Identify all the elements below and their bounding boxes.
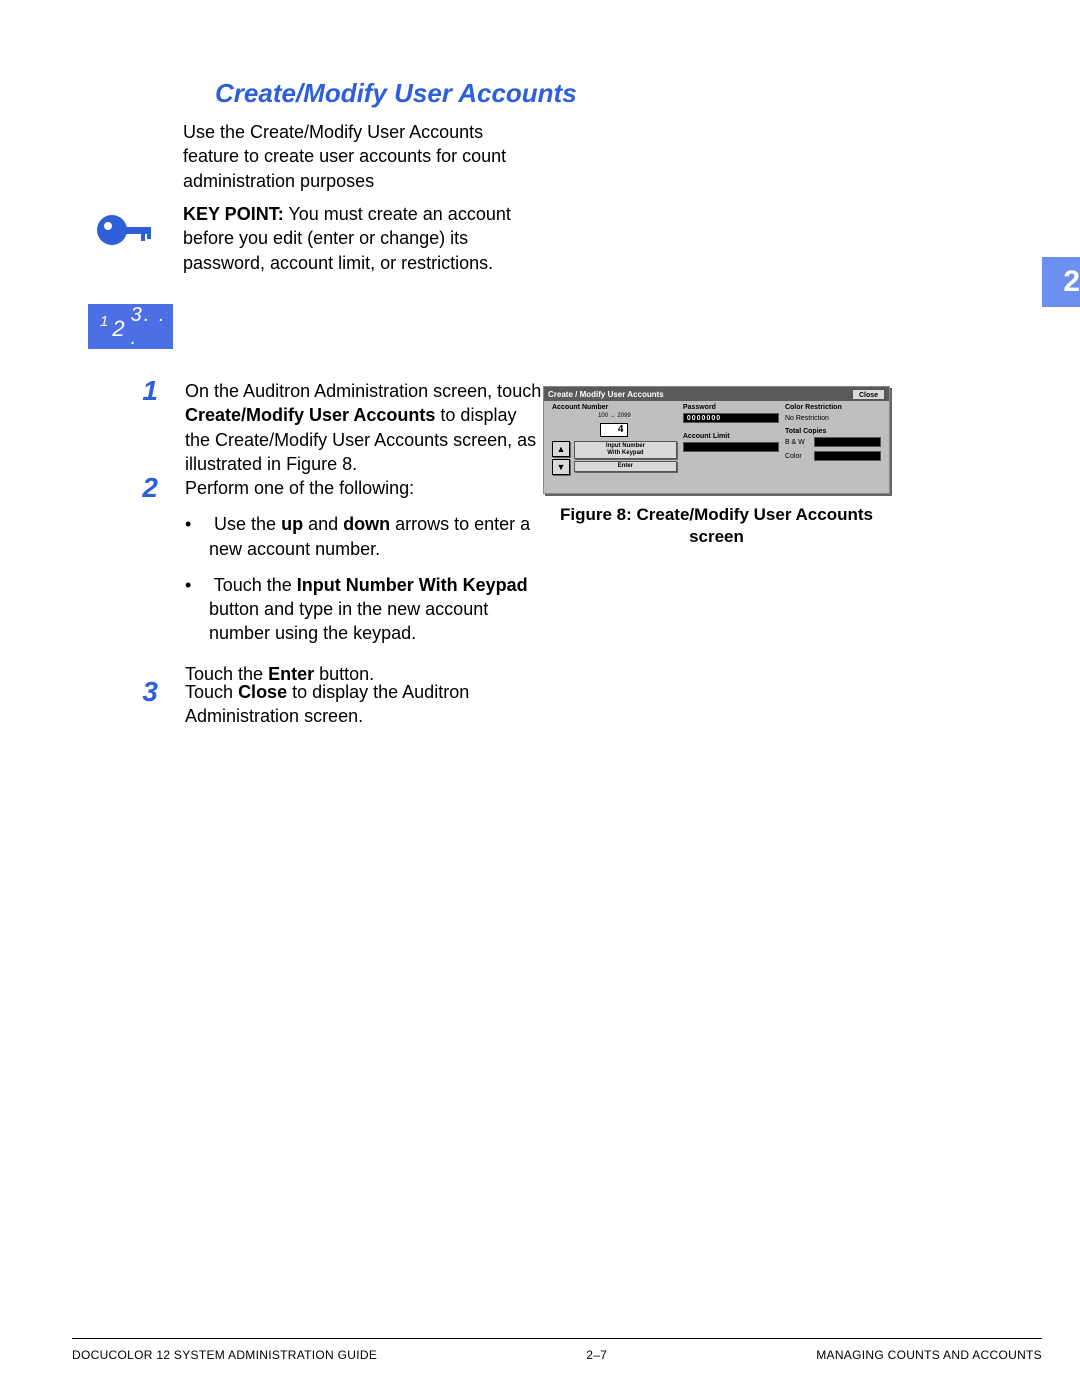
footer-page-number: 2–7 xyxy=(586,1348,607,1362)
total-copies-label: Total Copies xyxy=(785,428,881,435)
section-title: Create/Modify User Accounts xyxy=(215,78,577,109)
ui-panel: Create / Modify User Accounts Close Acco… xyxy=(543,386,890,494)
password-field[interactable]: 0000000 xyxy=(683,413,779,423)
color-restriction-value: No Restriction xyxy=(785,415,881,422)
figure-caption: Figure 8: Create/Modify User Accounts sc… xyxy=(543,504,890,548)
footer-rule xyxy=(72,1338,1042,1339)
chapter-tab: 2 xyxy=(1042,257,1080,307)
color-restriction-label: Color Restriction xyxy=(785,404,881,411)
intro-paragraph: Use the Create/Modify User Accounts feat… xyxy=(183,120,533,193)
step-2: 2 Perform one of the following: Use the … xyxy=(118,472,545,686)
account-limit-label: Account Limit xyxy=(683,433,779,440)
up-arrow-button[interactable]: ▲ xyxy=(552,441,570,457)
account-number-value: 4 xyxy=(600,423,628,437)
account-number-label: Account Number xyxy=(552,404,677,411)
ui-title-bar: Create / Modify User Accounts Close xyxy=(544,387,889,401)
account-range: 100 → 2099 xyxy=(552,413,677,419)
figure-8: Create / Modify User Accounts Close Acco… xyxy=(543,386,890,548)
keypoint-label: KEY POINT: xyxy=(183,204,284,224)
color-field xyxy=(814,451,881,461)
footer-right: MANAGING COUNTS AND ACCOUNTS xyxy=(816,1348,1042,1362)
color-label: Color xyxy=(785,453,811,460)
step-text: Perform one of the following: Use the up… xyxy=(185,472,545,686)
step-1: 1 On the Auditron Administration screen,… xyxy=(118,375,545,476)
step-number: 2 xyxy=(118,472,158,504)
keypoint-paragraph: KEY POINT: You must create an account be… xyxy=(183,202,533,275)
steps-icon: 123. . . xyxy=(88,304,173,349)
bw-label: B & W xyxy=(785,439,811,446)
key-icon xyxy=(95,205,155,260)
footer: DOCUCOLOR 12 SYSTEM ADMINISTRATION GUIDE… xyxy=(72,1348,1042,1362)
account-limit-field[interactable] xyxy=(683,442,779,452)
step-number: 3 xyxy=(118,676,158,708)
close-button[interactable]: Close xyxy=(852,389,885,400)
input-keypad-button[interactable]: Input Number With Keypad xyxy=(574,441,677,459)
ui-title-text: Create / Modify User Accounts xyxy=(548,390,664,399)
step-text: On the Auditron Administration screen, t… xyxy=(185,375,545,476)
step-number: 1 xyxy=(118,375,158,407)
password-label: Password xyxy=(683,404,779,411)
enter-button[interactable]: Enter xyxy=(574,461,677,472)
footer-left: DOCUCOLOR 12 SYSTEM ADMINISTRATION GUIDE xyxy=(72,1348,377,1362)
down-arrow-button[interactable]: ▼ xyxy=(552,459,570,475)
bw-field xyxy=(814,437,881,447)
step-text: Touch Close to display the Auditron Admi… xyxy=(185,676,545,729)
step-3: 3 Touch Close to display the Auditron Ad… xyxy=(118,676,545,729)
